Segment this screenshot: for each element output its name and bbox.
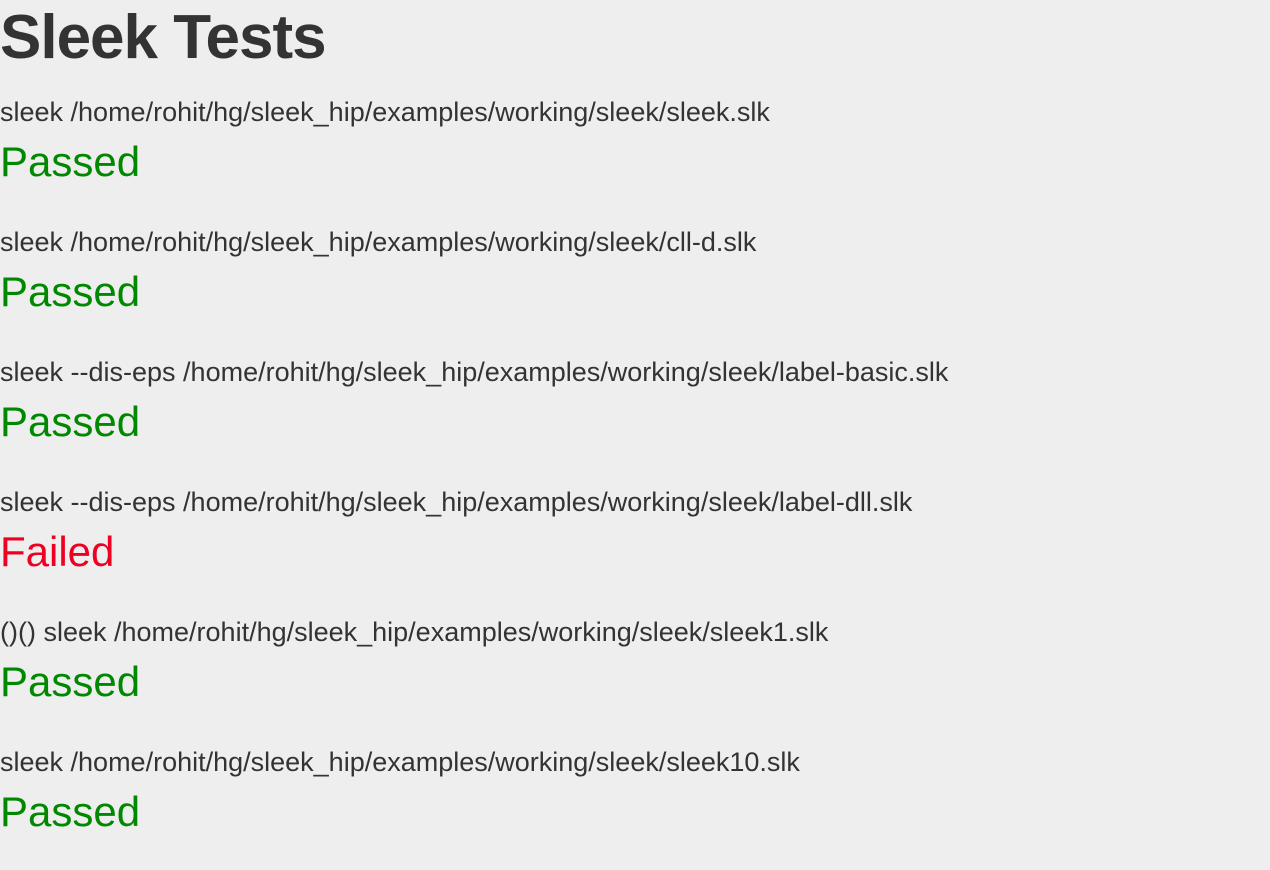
page-title: Sleek Tests <box>0 3 327 72</box>
test-entry: sleek --dis-eps /home/rohit/hg/sleek_hip… <box>0 480 1270 610</box>
test-status: Passed <box>0 138 141 185</box>
test-command: ()() sleek /home/rohit/hg/sleek_hip/exam… <box>0 617 829 647</box>
test-entry: sleek --dis-eps /home/rohit/hg/sleek_hip… <box>0 350 1270 480</box>
test-command: sleek /home/rohit/hg/sleek_hip/examples/… <box>0 227 757 257</box>
test-entry: sleek /home/rohit/hg/sleek_hip/examples/… <box>0 740 1270 870</box>
test-command: sleek --dis-eps /home/rohit/hg/sleek_hip… <box>0 357 949 387</box>
test-status: Passed <box>0 398 141 445</box>
test-status: Passed <box>0 268 141 315</box>
test-results-list: sleek /home/rohit/hg/sleek_hip/examples/… <box>0 90 1270 870</box>
test-entry: sleek /home/rohit/hg/sleek_hip/examples/… <box>0 90 1270 220</box>
test-entry: sleek /home/rohit/hg/sleek_hip/examples/… <box>0 220 1270 350</box>
test-command: sleek --dis-eps /home/rohit/hg/sleek_hip… <box>0 487 913 517</box>
test-command: sleek /home/rohit/hg/sleek_hip/examples/… <box>0 97 770 127</box>
test-status: Passed <box>0 788 141 835</box>
test-status: Passed <box>0 658 141 705</box>
test-entry: ()() sleek /home/rohit/hg/sleek_hip/exam… <box>0 610 1270 740</box>
test-command: sleek /home/rohit/hg/sleek_hip/examples/… <box>0 747 800 777</box>
test-status: Failed <box>0 528 115 575</box>
